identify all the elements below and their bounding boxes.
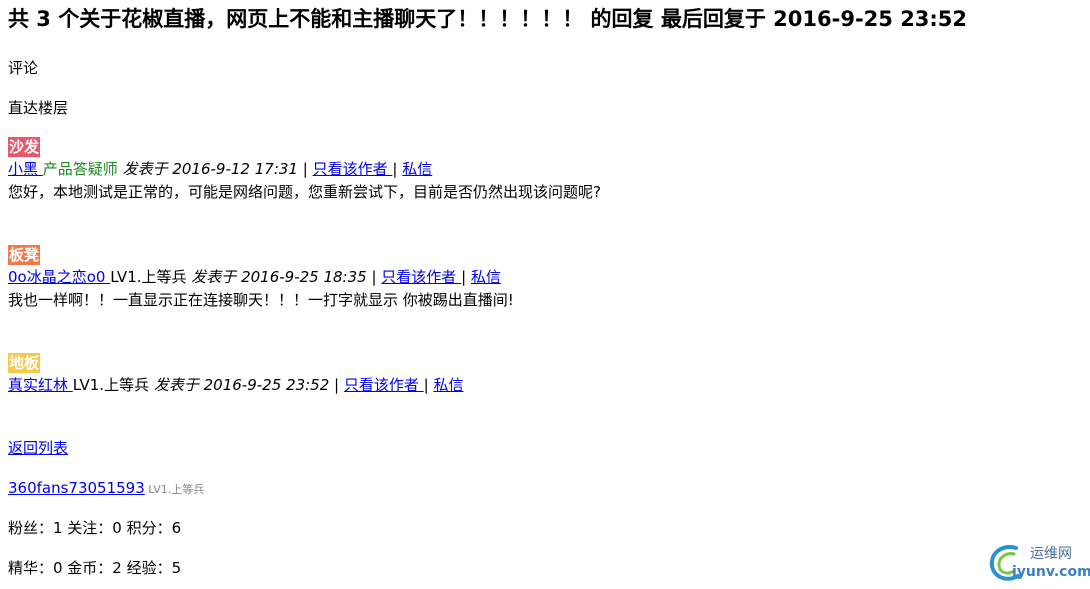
reply-floor: 板凳 0o冰晶之恋o0 LV1.上等兵 发表于 2016-9-25 18:35 …: [8, 245, 908, 310]
site-watermark: 运维网 iyunv.com: [986, 542, 1090, 584]
username-link[interactable]: 360fans73051593: [8, 479, 145, 497]
author-level: LV1.上等兵: [72, 376, 150, 394]
floor-tag: 地板: [8, 353, 41, 373]
separator: |: [329, 376, 344, 394]
separator: |: [423, 376, 429, 394]
reply-meta: 0o冰晶之恋o0 LV1.上等兵 发表于 2016-9-25 18:35 | 只…: [8, 267, 908, 287]
reply-meta: 真实红林 LV1.上等兵 发表于 2016-9-25 23:52 | 只看该作者…: [8, 375, 908, 395]
reply-author-link[interactable]: 小黑: [8, 160, 43, 178]
only-author-link[interactable]: 只看该作者: [344, 376, 424, 394]
reply-floor: 地板 真实红林 LV1.上等兵 发表于 2016-9-25 23:52 | 只看…: [8, 353, 908, 395]
private-message-link[interactable]: 私信: [433, 376, 463, 394]
private-message-link[interactable]: 私信: [402, 160, 432, 178]
author-level: LV1.上等兵: [110, 268, 187, 286]
reply-author-link[interactable]: 0o冰晶之恋o0: [8, 268, 110, 286]
author-role: 产品答疑师: [42, 160, 118, 178]
post-time: 发表于 2016-9-25 18:35: [191, 268, 367, 286]
separator: |: [297, 160, 313, 178]
separator: |: [461, 268, 467, 286]
floor-tag: 沙发: [8, 137, 41, 157]
only-author-link[interactable]: 只看该作者: [381, 268, 461, 286]
separator: |: [366, 268, 382, 286]
reply-content: 我也一样啊！！一直显示正在连接聊天！！！一打字就显示 你被踢出直播间!: [8, 291, 514, 309]
reply-floor: 沙发 小黑 产品答疑师 发表于 2016-9-12 17:31 | 只看该作者 …: [8, 137, 908, 202]
user-stats-coins: 精华：0 金币：2 经验：5: [8, 559, 182, 577]
page-title: 共 3 个关于花椒直播，网页上不能和主播聊天了！！！！！！ 的回复 最后回复于 …: [8, 7, 968, 31]
separator: |: [392, 160, 398, 178]
reply-content: 您好，本地测试是正常的，可能是网络问题，您重新尝试下，目前是否仍然出现该问题呢?: [8, 183, 601, 201]
reply-meta: 小黑 产品答疑师 发表于 2016-9-12 17:31 | 只看该作者 | 私…: [8, 159, 908, 179]
post-time: 发表于 2016-9-12 17:31: [122, 160, 298, 178]
watermark-text: 运维网: [1030, 546, 1072, 562]
floor-tag: 板凳: [8, 245, 41, 265]
back-to-list-link[interactable]: 返回列表: [8, 438, 68, 458]
private-message-link[interactable]: 私信: [471, 268, 501, 286]
reply-author-link[interactable]: 真实红林: [8, 376, 73, 394]
comment-label[interactable]: 评论: [8, 58, 38, 78]
post-time: 发表于 2016-9-25 23:52: [153, 376, 330, 394]
user-stats-followers: 粉丝：1 关注：0 积分：6: [8, 519, 182, 537]
only-author-link[interactable]: 只看该作者: [313, 160, 393, 178]
user-level: LV1.上等兵: [144, 483, 205, 496]
watermark-url: iyunv.com: [1012, 564, 1090, 580]
user-profile-line: 360fans73051593 LV1.上等兵: [8, 478, 204, 500]
jump-to-floor-label[interactable]: 直达楼层: [8, 98, 68, 118]
